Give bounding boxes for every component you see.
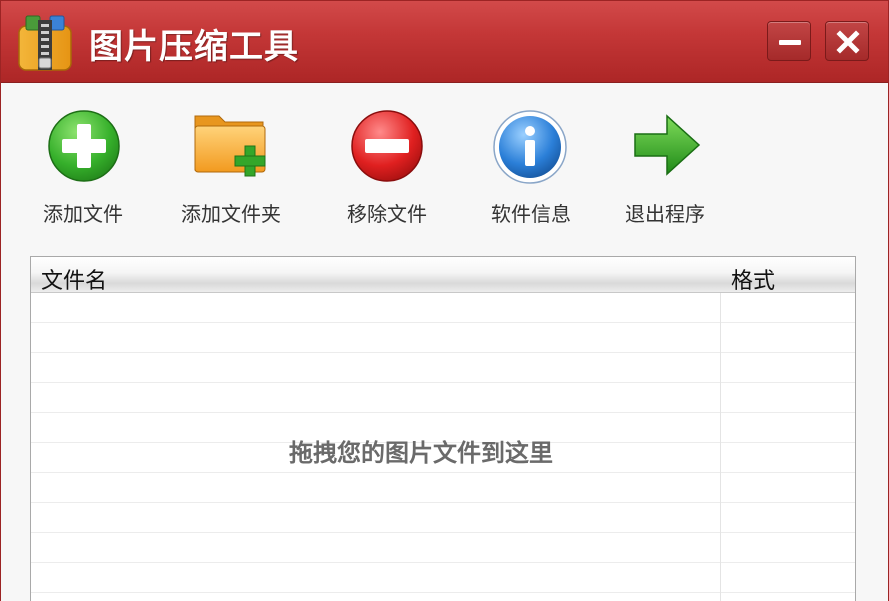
software-info-button[interactable]: 软件信息 [481,106,581,226]
exit-program-label: 退出程序 [625,202,705,226]
folder-add-icon [191,106,271,186]
list-header: 文件名 格式 [31,257,855,295]
remove-file-label: 移除文件 [347,202,427,226]
arrow-right-icon [631,112,703,182]
zipper-archive-icon [17,14,73,72]
software-info-label: 软件信息 [491,202,571,226]
info-circle-icon [491,106,569,188]
add-file-button[interactable]: 添加文件 [33,106,133,226]
title-bar[interactable]: 图片压缩工具 [1,1,888,83]
app-window: 图片压缩工具 添加文件 添加文件夹 移除文件 软件信息 退出程序 文件名 格式 … [0,0,889,601]
add-folder-label: 添加文件夹 [181,202,281,226]
add-file-label: 添加文件 [43,202,123,226]
add-folder-button[interactable]: 添加文件夹 [171,106,291,226]
column-header-filename[interactable]: 文件名 [41,263,107,295]
close-icon [836,30,860,54]
close-button[interactable] [825,21,869,61]
exit-program-button[interactable]: 退出程序 [615,106,715,226]
minimize-icon [779,40,801,45]
remove-file-button[interactable]: 移除文件 [337,106,437,226]
file-list[interactable]: 文件名 格式 拖拽您的图片文件到这里 [30,256,856,601]
drop-hint: 拖拽您的图片文件到这里 [289,439,553,467]
plus-circle-icon [46,106,122,186]
column-header-format[interactable]: 格式 [731,263,775,295]
minus-circle-icon [349,106,425,186]
minimize-button[interactable] [767,21,811,61]
window-title: 图片压缩工具 [89,27,299,67]
